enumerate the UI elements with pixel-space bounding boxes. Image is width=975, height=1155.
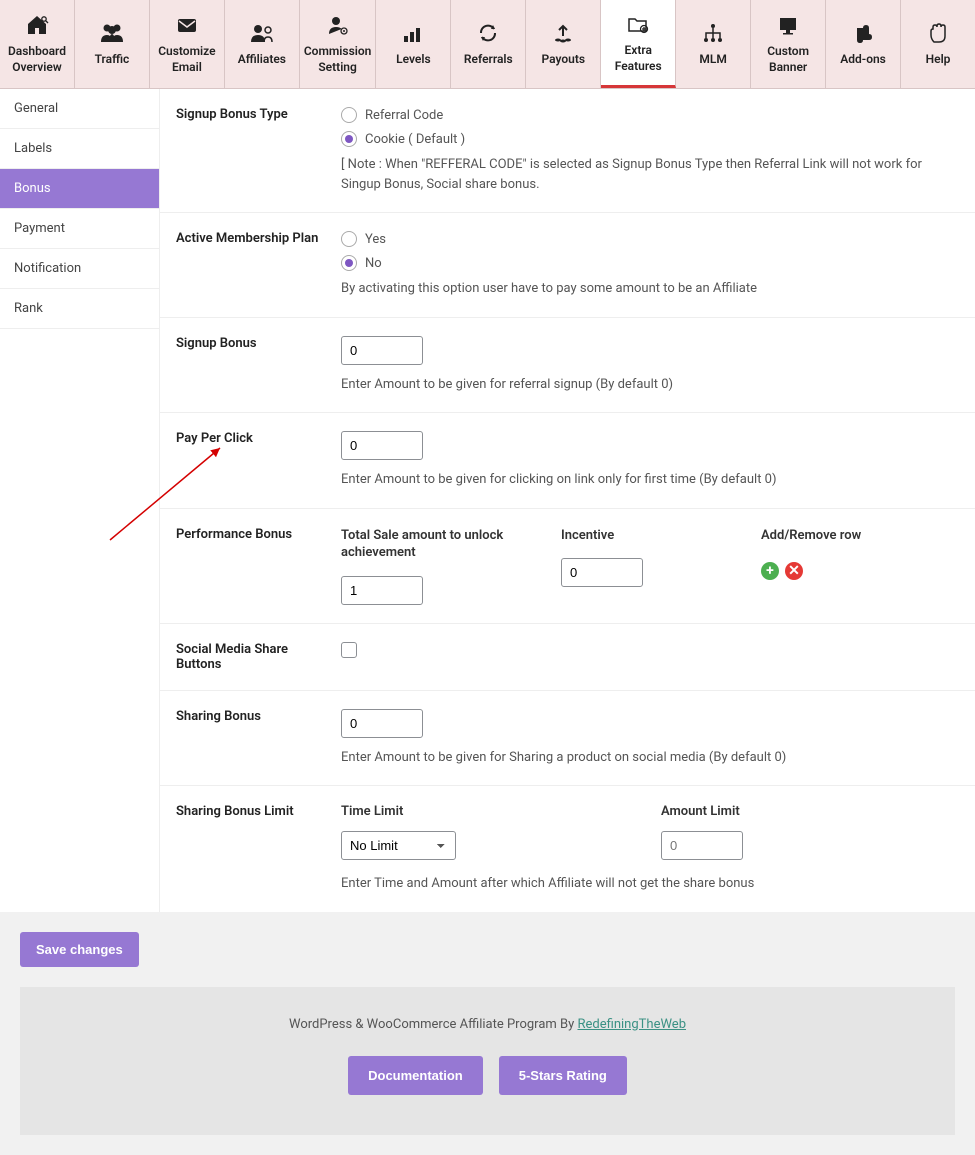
tab-label: Help	[926, 52, 951, 68]
radio-membership-no[interactable]: No	[341, 255, 959, 271]
tab-label: Commission Setting	[304, 44, 372, 75]
sidebar-item-general[interactable]: General	[0, 89, 159, 129]
sidebar-item-payment[interactable]: Payment	[0, 209, 159, 249]
tab-mlm[interactable]: MLM	[676, 0, 751, 88]
folder-plus-icon	[626, 11, 650, 37]
save-changes-button[interactable]: Save changes	[20, 932, 139, 967]
radio-cookie-default[interactable]: Cookie ( Default )	[341, 131, 959, 147]
tab-affiliates[interactable]: Affiliates	[225, 0, 300, 88]
active-membership-note: By activating this option user have to p…	[341, 279, 959, 299]
social-share-checkbox[interactable]	[341, 642, 357, 658]
radio-referral-code[interactable]: Referral Code	[341, 107, 959, 123]
radio-label: No	[365, 256, 382, 271]
payout-icon	[551, 20, 575, 46]
perf-col2-head: Incentive	[561, 527, 721, 545]
monitor-icon	[776, 12, 800, 38]
tab-add-ons[interactable]: Add-ons	[826, 0, 901, 88]
amount-limit-head: Amount Limit	[661, 804, 743, 819]
tab-dashboard-overview[interactable]: Dashboard Overview	[0, 0, 75, 88]
pay-per-click-input[interactable]	[341, 431, 423, 460]
radio-label: Referral Code	[365, 108, 443, 123]
performance-bonus-label: Performance Bonus	[176, 527, 341, 605]
tab-extra-features[interactable]: Extra Features	[601, 0, 676, 88]
tab-label: Add-ons	[840, 52, 886, 68]
tab-label: MLM	[699, 52, 727, 68]
sharing-bonus-note: Enter Amount to be given for Sharing a p…	[341, 748, 959, 768]
remove-row-icon[interactable]: ✕	[785, 562, 803, 580]
sharing-bonus-label: Sharing Bonus	[176, 709, 341, 768]
hierarchy-icon	[701, 20, 725, 46]
radio-icon	[341, 131, 357, 147]
sidebar-item-notification[interactable]: Notification	[0, 249, 159, 289]
radio-label: Yes	[365, 232, 386, 247]
radio-label: Cookie ( Default )	[365, 132, 465, 147]
tab-label: Customize Email	[154, 44, 220, 75]
time-limit-select[interactable]: No Limit	[341, 831, 456, 860]
tab-payouts[interactable]: Payouts	[526, 0, 601, 88]
tab-help[interactable]: Help	[901, 0, 975, 88]
home-icon	[25, 12, 49, 38]
tab-commission-setting[interactable]: Commission Setting	[300, 0, 377, 88]
footer: WordPress & WooCommerce Affiliate Progra…	[20, 987, 955, 1135]
tab-label: Levels	[396, 52, 431, 68]
signup-bonus-type-label: Signup Bonus Type	[176, 107, 341, 194]
footer-text: WordPress & WooCommerce Affiliate Progra…	[289, 1017, 578, 1032]
tab-traffic[interactable]: Traffic	[75, 0, 150, 88]
tab-label: Extra Features	[605, 43, 671, 74]
footer-link[interactable]: RedefiningTheWeb	[578, 1017, 687, 1032]
tab-customize-email[interactable]: Customize Email	[150, 0, 225, 88]
radio-icon	[341, 255, 357, 271]
signup-bonus-note: Enter Amount to be given for referral si…	[341, 375, 959, 395]
time-limit-head: Time Limit	[341, 804, 621, 819]
perf-total-sale-input[interactable]	[341, 576, 423, 605]
sharing-limit-note: Enter Time and Amount after which Affili…	[341, 874, 959, 894]
tab-label: Custom Banner	[755, 44, 821, 75]
refresh-icon	[476, 20, 500, 46]
tab-label: Dashboard Overview	[4, 44, 70, 75]
top-nav: Dashboard Overview Traffic Customize Email…	[0, 0, 975, 89]
settings-content: Signup Bonus Type Referral Code Cookie (…	[160, 89, 975, 912]
user-gear-icon	[326, 12, 350, 38]
tab-label: Traffic	[95, 52, 130, 68]
hand-icon	[926, 20, 950, 46]
puzzle-icon	[851, 20, 875, 46]
signup-bonus-type-note: [ Note : When "REFFERAL CODE" is selecte…	[341, 155, 959, 194]
social-share-label: Social Media Share Buttons	[176, 642, 341, 672]
mail-icon	[175, 12, 199, 38]
bars-icon	[401, 20, 425, 46]
sidebar-item-rank[interactable]: Rank	[0, 289, 159, 329]
add-row-icon[interactable]: +	[761, 562, 779, 580]
tab-referrals[interactable]: Referrals	[451, 0, 526, 88]
tab-label: Referrals	[464, 52, 513, 68]
signup-bonus-label: Signup Bonus	[176, 336, 341, 395]
radio-icon	[341, 107, 357, 123]
radio-membership-yes[interactable]: Yes	[341, 231, 959, 247]
user-pair-icon	[249, 20, 275, 46]
rating-button[interactable]: 5-Stars Rating	[499, 1056, 627, 1095]
sidebar-item-bonus[interactable]: Bonus	[0, 169, 159, 209]
tab-label: Payouts	[541, 52, 585, 68]
users-icon	[99, 20, 125, 46]
sidebar-item-labels[interactable]: Labels	[0, 129, 159, 169]
pay-per-click-note: Enter Amount to be given for clicking on…	[341, 470, 959, 490]
signup-bonus-input[interactable]	[341, 336, 423, 365]
documentation-button[interactable]: Documentation	[348, 1056, 483, 1095]
perf-col3-head: Add/Remove row	[761, 527, 861, 545]
active-membership-label: Active Membership Plan	[176, 231, 341, 299]
tab-label: Affiliates	[238, 52, 286, 68]
sharing-bonus-input[interactable]	[341, 709, 423, 738]
sidebar: GeneralLabelsBonusPaymentNotificationRan…	[0, 89, 160, 912]
radio-icon	[341, 231, 357, 247]
amount-limit-input[interactable]	[661, 831, 743, 860]
perf-col1-head: Total Sale amount to unlock achievement	[341, 527, 521, 562]
sharing-limit-label: Sharing Bonus Limit	[176, 804, 341, 894]
tab-custom-banner[interactable]: Custom Banner	[751, 0, 826, 88]
pay-per-click-label: Pay Per Click	[176, 431, 341, 490]
perf-incentive-input[interactable]	[561, 558, 643, 587]
tab-levels[interactable]: Levels	[376, 0, 451, 88]
